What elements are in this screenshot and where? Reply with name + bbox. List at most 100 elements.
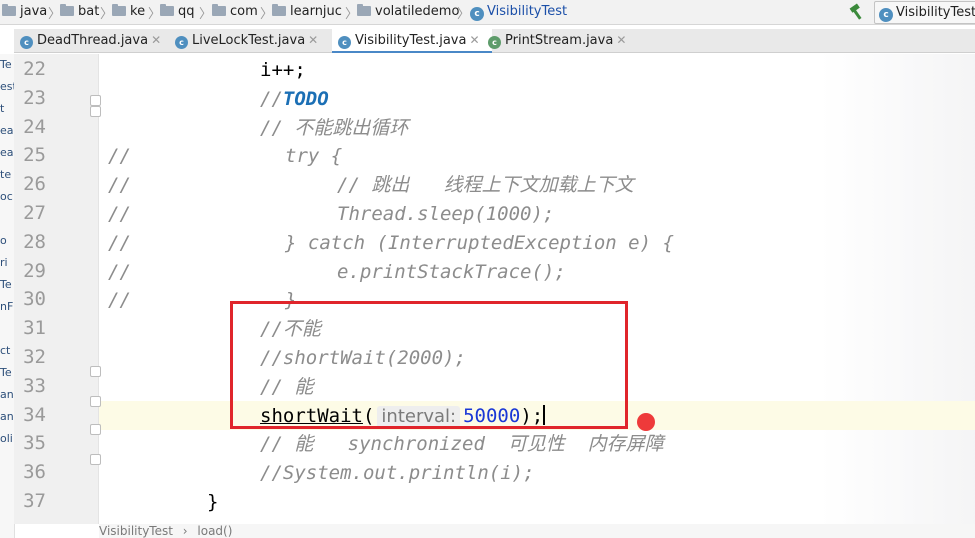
line-comment-prefix: //: [108, 260, 131, 283]
project-tree-item[interactable]: an: [0, 410, 14, 423]
line-comment-prefix: //: [108, 231, 131, 254]
breadcrumb-java[interactable]: java: [2, 3, 47, 21]
todo-keyword: TODO: [282, 87, 329, 110]
project-tree-item[interactable]: te: [0, 168, 11, 181]
java-class-icon: c: [20, 36, 33, 49]
editor-background-image: [820, 54, 975, 524]
editor-tab-bar: c DeadThread.java ✕ c LiveLockTest.java ✕ cV…: [14, 29, 975, 53]
line-number[interactable]: 31: [22, 317, 46, 339]
breadcrumb-qq[interactable]: qq: [160, 3, 195, 21]
breadcrumb-bat[interactable]: bat: [60, 3, 99, 21]
line-number[interactable]: 29: [22, 260, 46, 282]
fold-marker-icon[interactable]: [90, 95, 101, 106]
close-icon[interactable]: ✕: [308, 33, 318, 47]
code-line[interactable]: e.printStackTrace();: [337, 260, 566, 284]
comment-marker: //: [260, 87, 283, 110]
close-icon[interactable]: ✕: [616, 33, 626, 47]
project-tree-item[interactable]: t: [0, 102, 4, 115]
line-number[interactable]: 32: [22, 346, 46, 368]
folder-icon: [112, 4, 126, 16]
fold-marker-icon[interactable]: [90, 424, 101, 435]
project-tree-item[interactable]: oc: [0, 190, 13, 203]
folder-icon: [272, 4, 286, 16]
cursor-indicator-dot: [637, 413, 655, 431]
line-number[interactable]: 26: [22, 173, 46, 195]
java-class-icon: c: [338, 36, 351, 49]
tab-visibilitytest[interactable]: c VisibilityTest.java ✕: [332, 29, 492, 53]
project-tree-item[interactable]: est: [0, 80, 14, 93]
code-line[interactable]: //System.out.println(i);: [260, 461, 535, 485]
status-method[interactable]: load(): [197, 524, 232, 538]
tab-printstream[interactable]: c PrintStream.java ✕: [482, 29, 632, 52]
breadcrumb-volatiledemo[interactable]: volatiledemo: [357, 3, 459, 21]
code-line[interactable]: Thread.sleep(1000);: [337, 202, 554, 226]
build-hammer-icon[interactable]: [848, 3, 866, 21]
folder-icon: [212, 4, 226, 16]
code-line[interactable]: i++;: [260, 58, 306, 82]
line-number[interactable]: 25: [22, 144, 46, 166]
editor-breadcrumb-bar: VisibilityTest › load(): [99, 524, 975, 538]
line-comment-prefix: //: [108, 174, 131, 197]
breadcrumb-learnjuc[interactable]: learnjuc: [272, 3, 342, 21]
code-line[interactable]: } catch (InterruptedException e) {: [285, 231, 674, 255]
line-comment-prefix: //: [108, 145, 131, 168]
code-line[interactable]: // 不能跳出循环: [260, 116, 408, 140]
project-panel-strip[interactable]: Te est t ea ea te oc o ri Te nF ct Te an an oli: [0, 54, 15, 538]
line-number[interactable]: 27: [22, 202, 46, 224]
java-class-icon: c: [879, 8, 893, 22]
line-number[interactable]: 36: [22, 461, 46, 483]
chevron-right-icon: ›: [182, 524, 188, 538]
line-number[interactable]: 24: [22, 116, 46, 138]
line-number[interactable]: 33: [22, 375, 46, 397]
project-tree-item[interactable]: nF: [0, 300, 13, 313]
project-tree-item[interactable]: Te: [0, 278, 12, 291]
folder-icon: [2, 4, 16, 16]
tab-livelocktest[interactable]: c LiveLockTest.java ✕: [169, 29, 329, 52]
project-tree-item[interactable]: o: [0, 234, 7, 247]
code-line[interactable]: try {: [285, 144, 342, 168]
project-tree-item[interactable]: Te: [0, 58, 12, 71]
close-icon[interactable]: ✕: [469, 33, 479, 47]
chevron-right-icon: 〉: [457, 7, 471, 22]
status-class[interactable]: VisibilityTest: [99, 524, 173, 538]
line-number[interactable]: 37: [22, 490, 46, 512]
code-line[interactable]: //TODO: [260, 87, 329, 111]
project-tree-item[interactable]: ri: [0, 256, 8, 269]
java-class-icon: c: [175, 36, 188, 49]
project-tree-item[interactable]: ea: [0, 146, 14, 159]
highlight-annotation-box: [230, 301, 628, 429]
folder-icon: [60, 4, 74, 16]
line-comment-prefix: //: [108, 203, 131, 225]
fold-marker-icon[interactable]: [90, 396, 101, 407]
project-tree-item[interactable]: an: [0, 388, 14, 401]
project-tree-item[interactable]: oli: [0, 432, 13, 445]
project-tree-item[interactable]: Te: [0, 366, 12, 379]
folder-icon: [357, 4, 371, 16]
chevron-right-icon: 〉: [199, 7, 213, 22]
tab-deadthread[interactable]: c DeadThread.java ✕: [14, 29, 162, 52]
line-number[interactable]: 30: [22, 288, 46, 310]
run-configuration-selector[interactable]: c VisibilityTest: [874, 1, 975, 24]
line-number[interactable]: 35: [22, 432, 46, 454]
line-number[interactable]: 28: [22, 231, 46, 253]
breadcrumb-com[interactable]: com: [212, 3, 258, 21]
java-class-icon: c: [470, 7, 484, 21]
line-number[interactable]: 34: [22, 404, 46, 426]
fold-marker-icon[interactable]: [90, 454, 101, 465]
folder-icon: [160, 4, 174, 16]
line-number[interactable]: 22: [22, 58, 46, 80]
project-tree-item[interactable]: ct: [0, 344, 10, 357]
line-comment-prefix: //: [108, 289, 131, 312]
navigation-bar: java 〉 bat 〉 ke 〉 qq 〉 com 〉 learnjuc 〉 …: [0, 0, 975, 25]
close-icon[interactable]: ✕: [151, 33, 161, 47]
fold-marker-icon[interactable]: [90, 366, 101, 377]
code-line[interactable]: // 跳出 线程上下文加载上下文: [337, 173, 634, 197]
breadcrumb-ke[interactable]: ke: [112, 3, 145, 21]
line-number[interactable]: 23: [22, 87, 46, 109]
project-tree-item[interactable]: ea: [0, 124, 14, 137]
breadcrumb-visibilitytest[interactable]: c VisibilityTest: [470, 3, 567, 21]
fold-marker-icon[interactable]: [90, 106, 101, 117]
code-line[interactable]: // 能 synchronized 可见性 内存屏障: [260, 432, 664, 456]
java-class-icon: c: [488, 36, 501, 49]
code-line[interactable]: }: [207, 490, 218, 514]
